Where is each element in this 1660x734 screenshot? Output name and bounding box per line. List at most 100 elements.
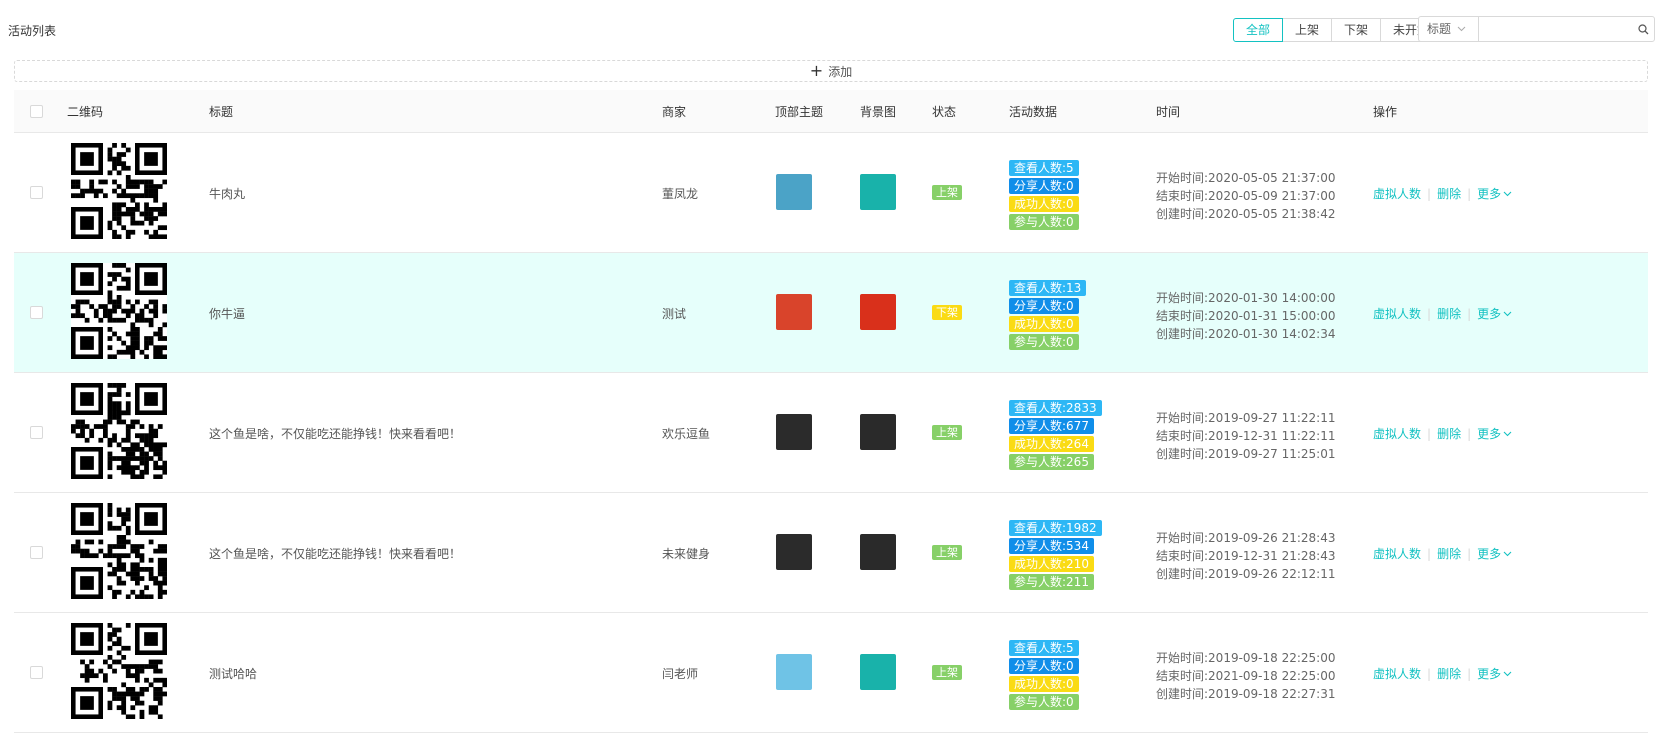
virtual-count-link[interactable]: 虚拟人数 [1373, 665, 1421, 682]
delete-link[interactable]: 删除 [1437, 185, 1461, 202]
stat-view: 查看人数:5 [1009, 160, 1079, 176]
chevron-down-icon [1503, 311, 1512, 316]
time-line: 结束时间:2020-05-09 21:37:00 [1156, 189, 1336, 203]
qrcode-image [71, 383, 168, 480]
row-actions: 虚拟人数 | 删除 | 更多 [1373, 305, 1512, 322]
row-actions: 虚拟人数 | 删除 | 更多 [1373, 425, 1512, 442]
time-line: 创建时间:2019-09-26 22:12:11 [1156, 567, 1336, 581]
time-info: 开始时间:2019-09-26 21:28:43 结束时间:2019-12-31 … [1156, 529, 1336, 583]
row-actions: 虚拟人数 | 删除 | 更多 [1373, 545, 1512, 562]
table-header: 二维码 标题 商家 顶部主题 背景图 状态 活动数据 时间 操作 [14, 90, 1648, 133]
stat-success: 成功人数:0 [1009, 316, 1079, 332]
time-line: 结束时间:2019-12-31 21:28:43 [1156, 549, 1336, 563]
status-filter: 全部 上架 下架 未开始 [1233, 18, 1443, 42]
qrcode-image [71, 623, 168, 720]
row-checkbox[interactable] [30, 306, 43, 319]
activity-stats: 查看人数:5 分享人数:0 成功人数:0 参与人数:0 [1009, 160, 1079, 230]
table-row: 你牛逼 测试 下架 查看人数:13 分享人数:0 成功人数:0 参与人数:0 开始时间… [14, 253, 1648, 373]
row-checkbox[interactable] [30, 186, 43, 199]
background-thumbnail[interactable] [860, 294, 896, 330]
background-thumbnail[interactable] [860, 654, 896, 690]
stat-success: 成功人数:210 [1009, 556, 1094, 572]
background-thumbnail[interactable] [860, 414, 896, 450]
time-line: 结束时间:2021-09-18 22:25:00 [1156, 669, 1336, 683]
col-actions: 操作 [1373, 105, 1398, 119]
delete-link[interactable]: 删除 [1437, 305, 1461, 322]
filter-off[interactable]: 下架 [1331, 18, 1382, 42]
time-line: 创建时间:2019-09-18 22:27:31 [1156, 687, 1336, 701]
more-dropdown[interactable]: 更多 [1477, 545, 1512, 562]
search-icon[interactable] [1632, 23, 1654, 35]
virtual-count-link[interactable]: 虚拟人数 [1373, 545, 1421, 562]
time-line: 结束时间:2019-12-31 11:22:11 [1156, 429, 1336, 443]
stat-share: 分享人数:677 [1009, 418, 1094, 434]
row-merchant: 欢乐逗鱼 [662, 427, 711, 441]
chevron-down-icon [1503, 191, 1512, 196]
background-thumbnail[interactable] [860, 534, 896, 570]
row-checkbox[interactable] [30, 666, 43, 679]
qrcode-image [71, 503, 168, 600]
virtual-count-link[interactable]: 虚拟人数 [1373, 185, 1421, 202]
col-status: 状态 [932, 105, 957, 119]
top-theme-thumbnail[interactable] [776, 414, 812, 450]
time-line: 创建时间:2020-05-05 21:38:42 [1156, 207, 1336, 221]
top-theme-thumbnail[interactable] [776, 294, 812, 330]
status-badge: 上架 [932, 425, 962, 440]
col-top-theme: 顶部主题 [775, 105, 824, 119]
plus-icon: + [809, 61, 824, 80]
chevron-down-icon [1503, 671, 1512, 676]
add-label: 添加 [828, 64, 853, 79]
chevron-down-icon [1503, 431, 1512, 436]
row-checkbox[interactable] [30, 546, 43, 559]
stat-share: 分享人数:0 [1009, 658, 1079, 674]
search-box: 标题 [1418, 16, 1655, 42]
time-line: 开始时间:2020-05-05 21:37:00 [1156, 171, 1336, 185]
background-thumbnail[interactable] [860, 174, 896, 210]
row-actions: 虚拟人数 | 删除 | 更多 [1373, 185, 1512, 202]
top-theme-thumbnail[interactable] [776, 534, 812, 570]
delete-link[interactable]: 删除 [1437, 425, 1461, 442]
table-row: 这个鱼是啥，不仅能吃还能挣钱！快来看看吧！ 欢乐逗鱼 上架 查看人数:2833 分… [14, 373, 1648, 493]
filter-on[interactable]: 上架 [1282, 18, 1333, 42]
stat-join: 参与人数:265 [1009, 454, 1094, 470]
search-input[interactable] [1479, 19, 1632, 39]
stat-success: 成功人数:0 [1009, 676, 1079, 692]
more-dropdown[interactable]: 更多 [1477, 185, 1512, 202]
search-field-select[interactable]: 标题 [1419, 17, 1479, 41]
row-merchant: 闫老师 [662, 667, 699, 681]
virtual-count-link[interactable]: 虚拟人数 [1373, 305, 1421, 322]
select-all-checkbox[interactable] [30, 105, 43, 118]
more-dropdown[interactable]: 更多 [1477, 665, 1512, 682]
row-checkbox[interactable] [30, 426, 43, 439]
more-dropdown[interactable]: 更多 [1477, 305, 1512, 322]
delete-link[interactable]: 删除 [1437, 545, 1461, 562]
time-line: 开始时间:2019-09-18 22:25:00 [1156, 651, 1336, 665]
time-line: 开始时间:2019-09-27 11:22:11 [1156, 411, 1336, 425]
row-title: 你牛逼 [209, 307, 246, 321]
stat-join: 参与人数:211 [1009, 574, 1094, 590]
search-field-label: 标题 [1427, 22, 1452, 36]
top-theme-thumbnail[interactable] [776, 174, 812, 210]
qrcode-image [71, 143, 168, 240]
row-merchant: 未来健身 [662, 547, 711, 561]
row-title: 测试哈哈 [209, 667, 258, 681]
stat-share: 分享人数:534 [1009, 538, 1094, 554]
time-info: 开始时间:2019-09-18 22:25:00 结束时间:2021-09-18 … [1156, 649, 1336, 703]
chevron-down-icon [1503, 551, 1512, 556]
more-dropdown[interactable]: 更多 [1477, 425, 1512, 442]
stat-share: 分享人数:0 [1009, 298, 1079, 314]
chevron-down-icon [1457, 26, 1466, 32]
table-row: 这个鱼是啥，不仅能吃还能挣钱！快来看看吧！ 未来健身 上架 查看人数:1982 分… [14, 493, 1648, 613]
col-time: 时间 [1156, 105, 1181, 119]
filter-all[interactable]: 全部 [1233, 18, 1284, 42]
time-line: 结束时间:2020-01-31 15:00:00 [1156, 309, 1336, 323]
stat-share: 分享人数:0 [1009, 178, 1079, 194]
stat-success: 成功人数:0 [1009, 196, 1079, 212]
virtual-count-link[interactable]: 虚拟人数 [1373, 425, 1421, 442]
status-badge: 上架 [932, 185, 962, 200]
more-label: 更多 [1477, 307, 1502, 321]
top-theme-thumbnail[interactable] [776, 654, 812, 690]
row-title: 牛肉丸 [209, 187, 246, 201]
delete-link[interactable]: 删除 [1437, 665, 1461, 682]
add-button[interactable]: + 添加 [14, 60, 1648, 82]
